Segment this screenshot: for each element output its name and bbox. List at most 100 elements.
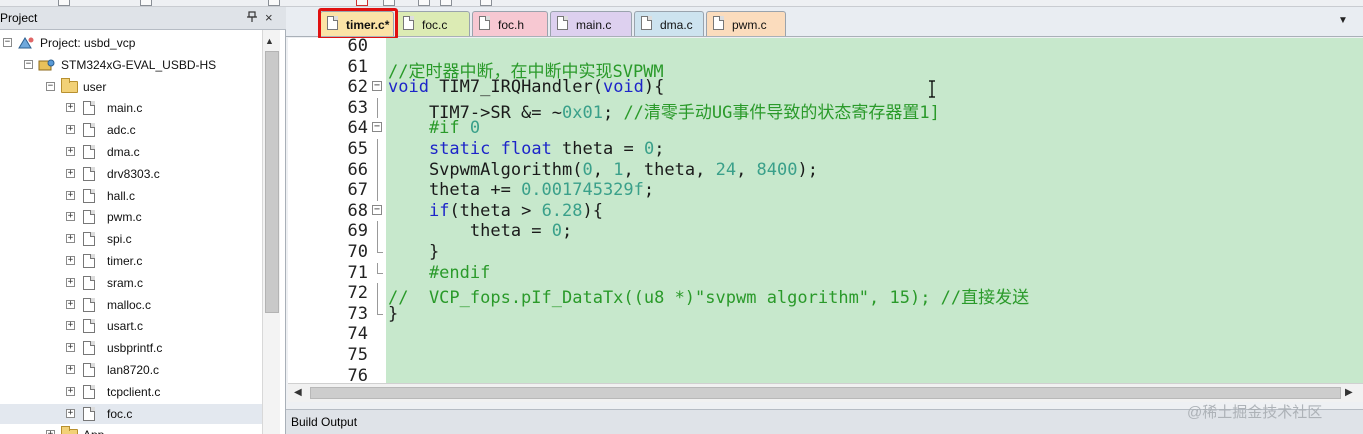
scroll-right-icon[interactable]: ▶ (1345, 387, 1353, 398)
c-file-icon (83, 101, 95, 116)
tree-file-item[interactable]: + spi.c (0, 229, 262, 249)
tree-expander-icon[interactable]: + (66, 125, 75, 135)
toolbar-button[interactable] (356, 0, 368, 6)
tree-expander-icon[interactable]: + (46, 430, 55, 434)
line-number: 61 (347, 56, 368, 77)
line-number: 66 (347, 159, 368, 180)
tree-file-item[interactable]: + lan8720.c (0, 360, 262, 380)
toolbar-button[interactable] (140, 0, 152, 6)
tree-expander-icon[interactable]: + (66, 256, 75, 265)
tree-file-item[interactable]: + malloc.c (0, 295, 262, 315)
toolbar (0, 0, 1363, 7)
tree-file-item[interactable]: + main.c (0, 98, 262, 118)
tree-file-item[interactable]: + adc.c (0, 120, 262, 140)
c-file-icon (83, 145, 95, 159)
scroll-up-icon[interactable]: ▲ (265, 36, 274, 46)
fold-guide (377, 139, 378, 160)
tab-dropdown-icon[interactable]: ▼ (1338, 15, 1348, 26)
tree-expander-icon[interactable]: + (66, 212, 75, 222)
fold-toggle-icon[interactable]: − (372, 122, 382, 133)
file-tab[interactable]: foc.c (396, 11, 470, 36)
tree-file-item[interactable]: + hall.c (0, 186, 262, 206)
toolbar-button[interactable] (480, 0, 492, 6)
c-file-icon (83, 210, 95, 225)
tree-folder-item[interactable]: − user (0, 77, 262, 97)
project-icon (18, 37, 34, 49)
fold-guide (377, 159, 378, 181)
folder-icon (61, 77, 78, 93)
pin-icon[interactable] (246, 11, 258, 26)
file-tab[interactable]: dma.c (634, 11, 704, 36)
tree-expander-icon[interactable]: + (66, 299, 75, 309)
tree-expander-icon[interactable]: + (66, 343, 75, 353)
editor-horizontal-scrollbar[interactable]: ◀ ▶ (288, 383, 1363, 402)
fold-guide (377, 97, 378, 119)
file-tab[interactable]: main.c (550, 11, 632, 36)
line-number: 71 (347, 262, 368, 283)
tree-expander-icon[interactable]: − (24, 59, 33, 69)
tree-expander-icon[interactable]: + (66, 190, 75, 200)
tree-project-item[interactable]: − Project: usbd_vcp (0, 33, 262, 53)
file-tab-label: foc.h (498, 18, 525, 32)
project-scrollbar[interactable]: ▲ (262, 30, 280, 434)
tree-file-item[interactable]: + dma.c (0, 142, 262, 162)
toolbar-button[interactable] (58, 0, 70, 6)
toolbar-button[interactable] (440, 0, 452, 6)
tree-folder-item[interactable]: + App (0, 425, 262, 434)
close-icon[interactable]: × (265, 10, 273, 25)
fold-guide (377, 283, 378, 304)
fold-toggle-icon[interactable]: − (372, 81, 382, 92)
tree-item-label: usbprintf.c (107, 341, 163, 356)
toolbar-button[interactable] (418, 0, 430, 6)
scroll-thumb[interactable] (310, 387, 1341, 399)
tree-expander-icon[interactable]: + (66, 147, 75, 156)
toolbar-button[interactable] (383, 0, 395, 6)
file-tab[interactable]: pwm.c (706, 11, 786, 36)
tree-expander-icon[interactable]: + (66, 365, 75, 374)
tree-file-item[interactable]: + usbprintf.c (0, 338, 262, 358)
tree-item-label: tcpclient.c (107, 384, 161, 399)
tree-expander-icon[interactable]: + (66, 103, 75, 113)
tree-item-label: main.c (107, 101, 143, 116)
c-file-icon (83, 188, 95, 203)
fold-toggle-icon[interactable]: − (372, 204, 382, 215)
tree-item-label: timer.c (107, 254, 143, 268)
tree-item-label: hall.c (107, 188, 136, 203)
c-file-icon (83, 123, 95, 138)
tree-expander-icon[interactable]: − (3, 38, 12, 47)
file-tab[interactable]: foc.h (472, 11, 548, 36)
tree-expander-icon[interactable]: + (66, 277, 75, 287)
code-line: 62− void TIM7_IRQHandler(void){ (288, 77, 1363, 98)
toolbar-button[interactable] (268, 0, 280, 6)
tree-expander-icon[interactable]: + (66, 168, 75, 178)
tree-file-item[interactable]: + timer.c (0, 251, 262, 271)
scroll-left-icon[interactable]: ◀ (294, 387, 302, 398)
tree-item-label: dma.c (107, 145, 140, 159)
active-tab-highlight (318, 8, 398, 40)
tree-expander-icon[interactable]: − (46, 81, 55, 91)
c-file-icon (83, 319, 95, 334)
tree-target-item[interactable]: − STM324xG-EVAL_USBD-HS (0, 55, 262, 75)
scroll-thumb[interactable] (265, 51, 279, 313)
tree-file-item[interactable]: + foc.c (0, 403, 262, 424)
line-number: 64 (347, 118, 368, 139)
tree-file-item[interactable]: + tcpclient.c (0, 382, 262, 402)
folder-icon (61, 426, 78, 434)
tree-file-item[interactable]: + drv8303.c (0, 164, 262, 184)
file-tab-label: main.c (576, 18, 612, 32)
tree-item-label: STM324xG-EVAL_USBD-HS (61, 57, 217, 72)
tree-expander-icon[interactable]: + (66, 386, 75, 396)
tree-file-item[interactable]: + usart.c (0, 316, 262, 336)
fold-end-guide (377, 262, 383, 274)
line-number: 76 (347, 365, 368, 383)
tree-item-label: adc.c (107, 123, 136, 138)
line-number: 73 (347, 303, 368, 324)
code-editor[interactable]: 60 61//定时器中断，在中断中实现SVPWM 62− void TIM7_IRQH… (288, 38, 1363, 383)
tree-file-item[interactable]: + sram.c (0, 273, 262, 293)
tree-expander-icon[interactable]: + (66, 408, 75, 418)
code-line: 63 TIM7->SR &= ~0x01; //清零手动UG事件导致的状态寄存器… (288, 97, 1363, 123)
tree-expander-icon[interactable]: + (66, 321, 75, 331)
tree-file-item[interactable]: + pwm.c (0, 207, 262, 227)
code-text: } (388, 242, 440, 262)
tree-expander-icon[interactable]: + (66, 234, 75, 244)
